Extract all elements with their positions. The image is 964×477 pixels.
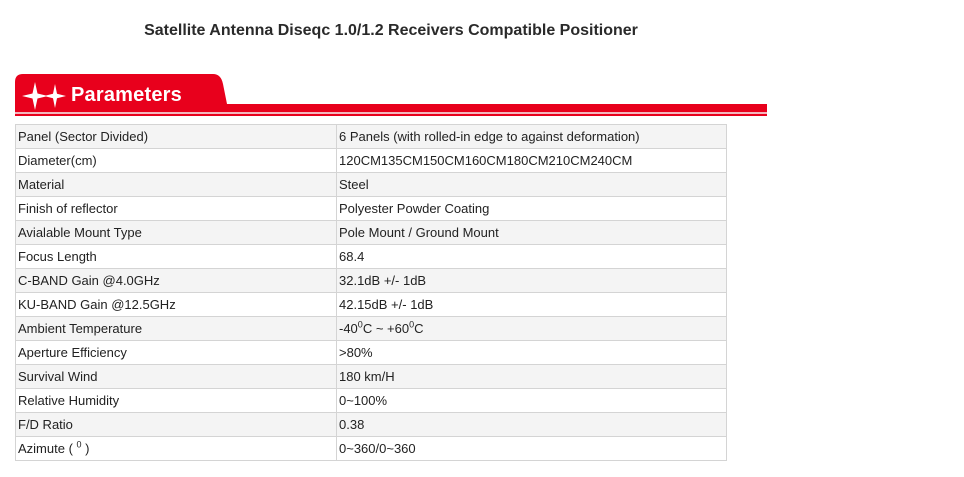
- label-part: ): [81, 441, 90, 456]
- param-value: Steel: [336, 172, 727, 197]
- table-row: Focus Length 68.4: [15, 244, 727, 269]
- param-value: Polyester Powder Coating: [336, 196, 727, 221]
- param-label-azimuth: Azimute ( 0 ): [15, 436, 337, 461]
- param-value: 68.4: [336, 244, 727, 269]
- table-row: Ambient Temperature -400C ~ +600C: [15, 316, 727, 341]
- param-label: KU-BAND Gain @12.5GHz: [15, 292, 337, 317]
- table-row: C-BAND Gain @4.0GHz 32.1dB +/- 1dB: [15, 268, 727, 293]
- table-row: KU-BAND Gain @12.5GHz 42.15dB +/- 1dB: [15, 292, 727, 317]
- param-value: 6 Panels (with rolled-in edge to against…: [336, 124, 727, 149]
- table-row: Survival Wind 180 km/H: [15, 364, 727, 389]
- param-label: Avialable Mount Type: [15, 220, 337, 245]
- table-row: Avialable Mount Type Pole Mount / Ground…: [15, 220, 727, 245]
- temp-part: C ~ +60: [362, 321, 410, 336]
- param-value: Pole Mount / Ground Mount: [336, 220, 727, 245]
- param-label: Aperture Efficiency: [15, 340, 337, 365]
- table-row: Azimute ( 0 ) 0~360/0~360: [15, 436, 727, 461]
- param-label: Focus Length: [15, 244, 337, 269]
- param-value: 180 km/H: [336, 364, 727, 389]
- param-label: Ambient Temperature: [15, 316, 337, 341]
- page-title: Satellite Antenna Diseqc 1.0/1.2 Receive…: [144, 22, 638, 39]
- table-row: Material Steel: [15, 172, 727, 197]
- param-value: 32.1dB +/- 1dB: [336, 268, 727, 293]
- param-value-temperature: -400C ~ +600C: [336, 316, 727, 341]
- param-value: 0.38: [336, 412, 727, 437]
- table-row: F/D Ratio 0.38: [15, 412, 727, 437]
- table-row: Relative Humidity 0~100%: [15, 388, 727, 413]
- param-label: Survival Wind: [15, 364, 337, 389]
- param-label: C-BAND Gain @4.0GHz: [15, 268, 337, 293]
- parameters-banner: Parameters: [15, 72, 767, 116]
- param-label: Relative Humidity: [15, 388, 337, 413]
- temp-part: C: [414, 321, 424, 336]
- param-label: Panel (Sector Divided): [15, 124, 337, 149]
- table-row: Finish of reflector Polyester Powder Coa…: [15, 196, 727, 221]
- parameters-table: Panel (Sector Divided) 6 Panels (with ro…: [15, 124, 727, 461]
- temp-part: -40: [339, 321, 358, 336]
- param-value: 0~100%: [336, 388, 727, 413]
- param-label: Diameter(cm): [15, 148, 337, 173]
- table-row: Diameter(cm) 120CM135CM150CM160CM180CM21…: [15, 148, 727, 173]
- table-row: Aperture Efficiency >80%: [15, 340, 727, 365]
- param-label: Finish of reflector: [15, 196, 337, 221]
- table-row: Panel (Sector Divided) 6 Panels (with ro…: [15, 124, 727, 149]
- param-value: 0~360/0~360: [336, 436, 727, 461]
- param-value: 42.15dB +/- 1dB: [336, 292, 727, 317]
- param-value: 120CM135CM150CM160CM180CM210CM240CM: [336, 148, 727, 173]
- param-label: F/D Ratio: [15, 412, 337, 437]
- banner-title: Parameters: [71, 84, 182, 106]
- label-part: Azimute (: [18, 441, 77, 456]
- param-label: Material: [15, 172, 337, 197]
- param-value: >80%: [336, 340, 727, 365]
